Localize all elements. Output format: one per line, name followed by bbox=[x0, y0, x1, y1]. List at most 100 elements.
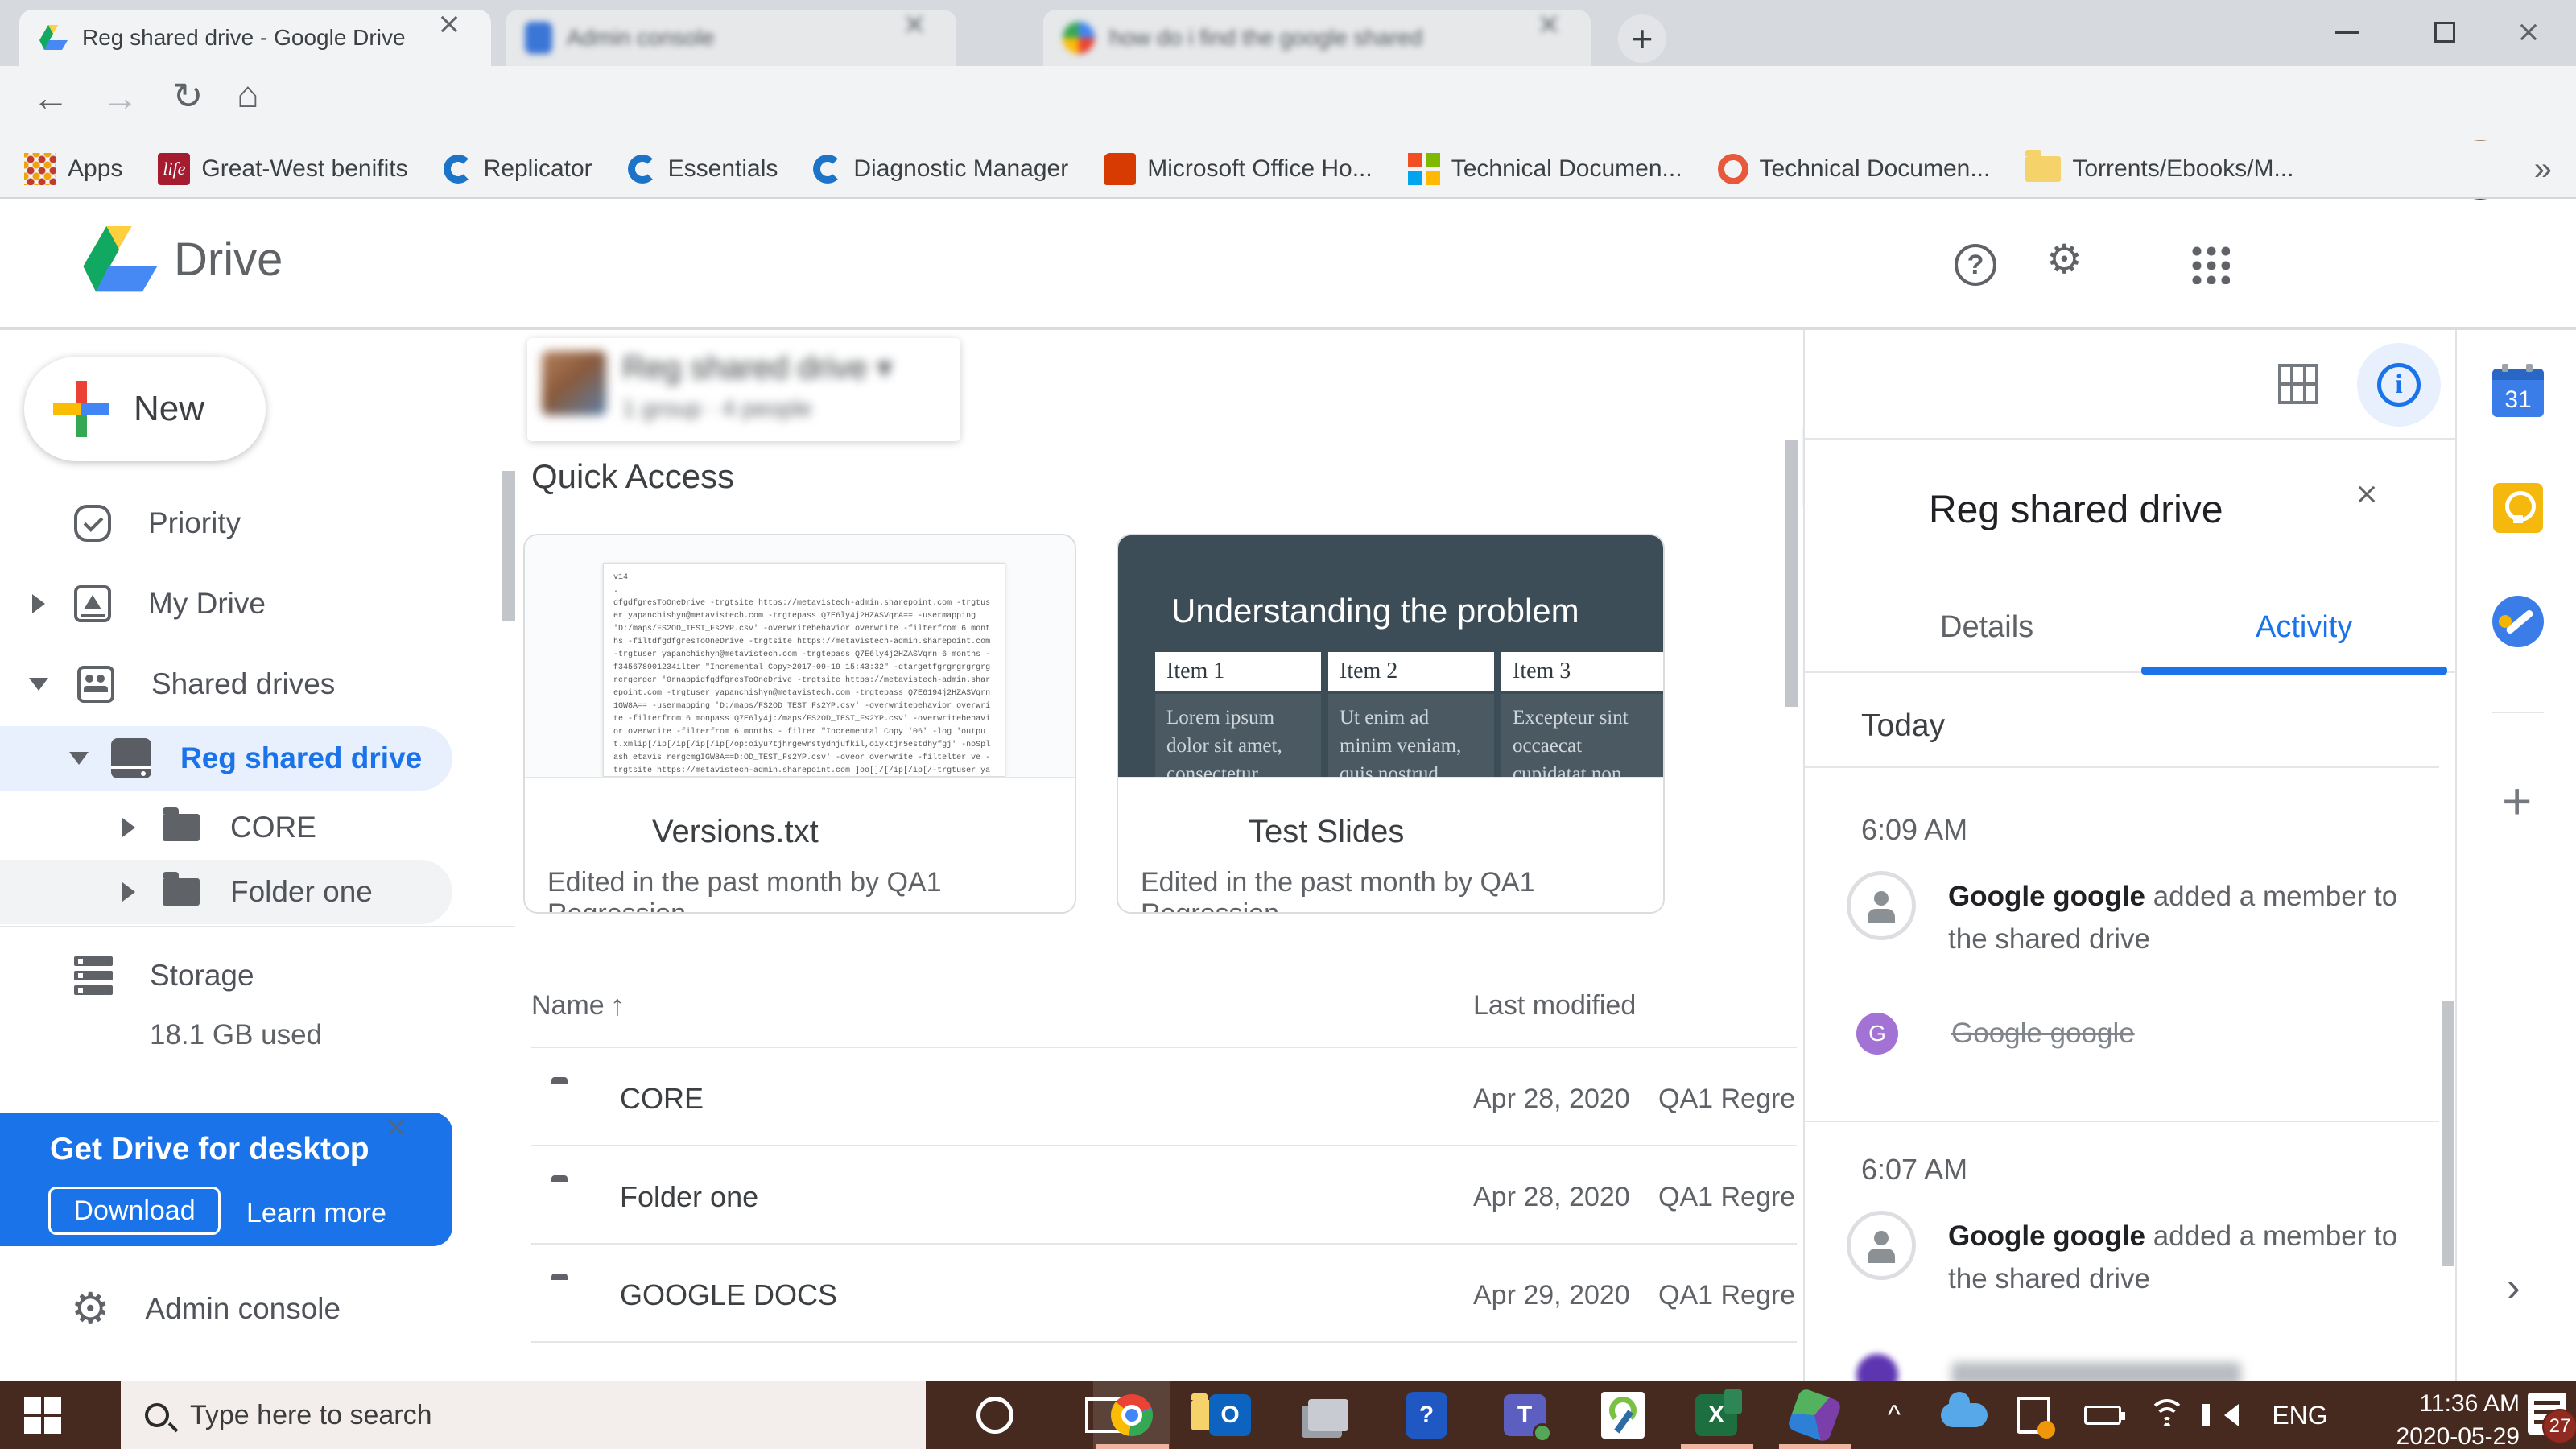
prism-app-button[interactable] bbox=[1776, 1381, 1853, 1449]
screens-icon bbox=[1308, 1399, 1348, 1431]
help-icon[interactable]: ? bbox=[1955, 244, 1996, 286]
bookmark-technical-docs-2[interactable]: Technical Documen... bbox=[1717, 154, 1990, 184]
column-header-name[interactable]: Name bbox=[531, 990, 605, 1022]
sidebar-item-folder-one[interactable]: Folder one bbox=[0, 860, 452, 924]
quick-access-card-versions[interactable]: v14 . dfgdfgresToOneDrive -trgtsite http… bbox=[523, 534, 1076, 914]
file-row-folder-one[interactable]: Folder one Apr 28, 2020 QA1 Regre bbox=[515, 1146, 1797, 1243]
window-restore-button[interactable] bbox=[2397, 0, 2492, 64]
taskbar-search[interactable] bbox=[121, 1381, 926, 1449]
cortana-button[interactable] bbox=[956, 1381, 1034, 1449]
my-drive-icon bbox=[74, 585, 111, 622]
google-apps-grid-icon[interactable] bbox=[2188, 242, 2230, 284]
bookmark-technical-docs-1[interactable]: Technical Documen... bbox=[1407, 153, 1682, 185]
file-note: Edited in the past month by QA1 Regressi… bbox=[1141, 867, 1535, 914]
banner-title: Get Drive for desktop bbox=[50, 1132, 369, 1166]
add-addon-icon[interactable]: + bbox=[2502, 771, 2532, 831]
column-header-modified[interactable]: Last modified bbox=[1473, 990, 1636, 1022]
tab-close-icon[interactable] bbox=[914, 24, 942, 52]
bookmark-replicator[interactable]: Replicator bbox=[443, 155, 592, 184]
close-icon bbox=[2515, 19, 2542, 46]
taskbar-search-input[interactable] bbox=[190, 1399, 834, 1431]
sidebar-item-core[interactable]: CORE bbox=[0, 795, 515, 860]
tab-drive[interactable]: Reg shared drive - Google Drive bbox=[19, 10, 491, 66]
teams-icon: T bbox=[1504, 1394, 1552, 1443]
card-footer: Versions.txt Edited in the past month by… bbox=[525, 777, 1075, 912]
tab-details[interactable]: Details bbox=[1940, 610, 2033, 645]
sidebar-item-admin-console[interactable]: ⚙ Admin console bbox=[0, 1277, 515, 1341]
sidebar-item-reg-shared-drive[interactable]: Reg shared drive bbox=[0, 726, 452, 791]
battery-tray-icon[interactable] bbox=[2070, 1381, 2135, 1449]
panel-collapse-chevron-icon[interactable]: › bbox=[2507, 1264, 2520, 1311]
bookmark-ms-office[interactable]: Microsoft Office Ho... bbox=[1104, 153, 1373, 185]
help-app-button[interactable]: ? bbox=[1388, 1381, 1465, 1449]
reload-button[interactable]: ↻ bbox=[172, 74, 204, 118]
expand-caret-icon[interactable] bbox=[122, 882, 135, 902]
quick-access-card-slides[interactable]: Understanding the problem Item 1 Lorem i… bbox=[1117, 534, 1665, 914]
slide-preview: Understanding the problem Item 1 Lorem i… bbox=[1118, 535, 1663, 777]
download-button[interactable]: Download bbox=[48, 1187, 221, 1235]
collapse-caret-icon[interactable] bbox=[29, 678, 48, 691]
apps-grid-icon bbox=[24, 153, 56, 185]
sort-ascending-icon[interactable]: ↑ bbox=[610, 989, 625, 1022]
expand-caret-icon[interactable] bbox=[122, 818, 135, 837]
window-minimize-button[interactable] bbox=[2299, 0, 2394, 64]
notification-center-icon[interactable]: 27 bbox=[2528, 1393, 2576, 1444]
file-row-core[interactable]: CORE Apr 28, 2020 QA1 Regre bbox=[515, 1048, 1797, 1145]
bookmark-essentials[interactable]: Essentials bbox=[627, 155, 778, 184]
app-tray-icon[interactable] bbox=[2001, 1381, 2066, 1449]
wifi-tray-icon[interactable] bbox=[2135, 1381, 2199, 1449]
sidebar-item-my-drive[interactable]: My Drive bbox=[0, 572, 515, 636]
activity-time: 6:07 AM bbox=[1861, 1153, 1968, 1186]
sidebar-item-shared-drives[interactable]: Shared drives bbox=[0, 652, 515, 716]
volume-tray-icon[interactable] bbox=[2199, 1381, 2264, 1449]
tasks-icon[interactable] bbox=[2492, 596, 2544, 647]
start-button[interactable] bbox=[24, 1397, 61, 1434]
drive-theme-avatar bbox=[542, 351, 606, 415]
bookmark-great-west[interactable]: life Great-West benifits bbox=[158, 153, 408, 185]
remote-app-button[interactable] bbox=[1290, 1381, 1367, 1449]
language-label: ENG bbox=[2272, 1400, 2328, 1430]
tab-close-icon[interactable] bbox=[449, 24, 477, 52]
excel-taskbar-button[interactable]: X bbox=[1678, 1381, 1755, 1449]
forward-button[interactable]: → bbox=[101, 76, 138, 119]
outlook-taskbar-button[interactable]: O bbox=[1191, 1381, 1269, 1449]
collapse-caret-icon[interactable] bbox=[69, 752, 89, 765]
bookmarks-overflow-chevron[interactable]: » bbox=[2534, 151, 2552, 188]
file-row-google-docs[interactable]: GOOGLE DOCS Apr 29, 2020 QA1 Regre bbox=[515, 1245, 1797, 1341]
sidebar-scrollbar[interactable] bbox=[502, 471, 515, 621]
settings-gear-icon[interactable]: ⚙ bbox=[2046, 239, 2083, 279]
calendar-icon[interactable]: 31 bbox=[2492, 364, 2544, 417]
info-button-active[interactable]: i bbox=[2357, 343, 2441, 427]
language-indicator[interactable]: ENG bbox=[2264, 1381, 2336, 1449]
new-tab-button[interactable]: + bbox=[1618, 14, 1666, 63]
main-scrollbar[interactable] bbox=[1785, 440, 1798, 707]
sidebar-item-storage[interactable]: Storage bbox=[0, 943, 515, 1008]
tab-activity[interactable]: Activity bbox=[2256, 610, 2352, 645]
bookmark-apps[interactable]: Apps bbox=[24, 153, 122, 185]
grid-view-icon[interactable] bbox=[2278, 364, 2318, 404]
keep-icon[interactable] bbox=[2493, 483, 2543, 533]
dropdown-caret-icon[interactable]: ▾ bbox=[877, 350, 893, 386]
tab-search[interactable]: how do i find the google shared bbox=[1043, 10, 1591, 66]
home-button[interactable]: ⌂ bbox=[237, 72, 259, 116]
panel-scrollbar[interactable] bbox=[2442, 1001, 2454, 1266]
document-preview: v14 . dfgdfgresToOneDrive -trgtsite http… bbox=[525, 535, 1075, 777]
chrome-taskbar-button[interactable] bbox=[1093, 1381, 1170, 1449]
window-close-button[interactable] bbox=[2481, 0, 2576, 64]
onedrive-tray-icon[interactable] bbox=[1932, 1381, 1996, 1449]
tray-expand-button[interactable]: ^ bbox=[1866, 1381, 1922, 1449]
sidebar-item-priority[interactable]: Priority bbox=[0, 491, 515, 555]
uft-app-button[interactable] bbox=[1584, 1381, 1662, 1449]
teams-taskbar-button[interactable]: T bbox=[1486, 1381, 1563, 1449]
new-button[interactable]: New bbox=[24, 357, 266, 461]
tab-close-icon[interactable] bbox=[1549, 24, 1576, 52]
learn-more-link[interactable]: Learn more bbox=[246, 1198, 386, 1229]
expand-caret-icon[interactable] bbox=[32, 594, 45, 613]
bookmark-diagnostic-manager[interactable]: Diagnostic Manager bbox=[813, 155, 1068, 184]
browser-toolbar: ← → ↻ ⌂ drive.google.com/drive/u/2/folde… bbox=[0, 66, 2576, 200]
tab-admin-console[interactable]: Admin console bbox=[506, 10, 956, 66]
back-button[interactable]: ← bbox=[32, 76, 69, 119]
badge-app-icon bbox=[2017, 1397, 2055, 1439]
clock[interactable]: 11:36 AM 2020-05-29 bbox=[2359, 1388, 2520, 1449]
bookmark-torrents[interactable]: Torrents/Ebooks/M... bbox=[2025, 150, 2293, 183]
